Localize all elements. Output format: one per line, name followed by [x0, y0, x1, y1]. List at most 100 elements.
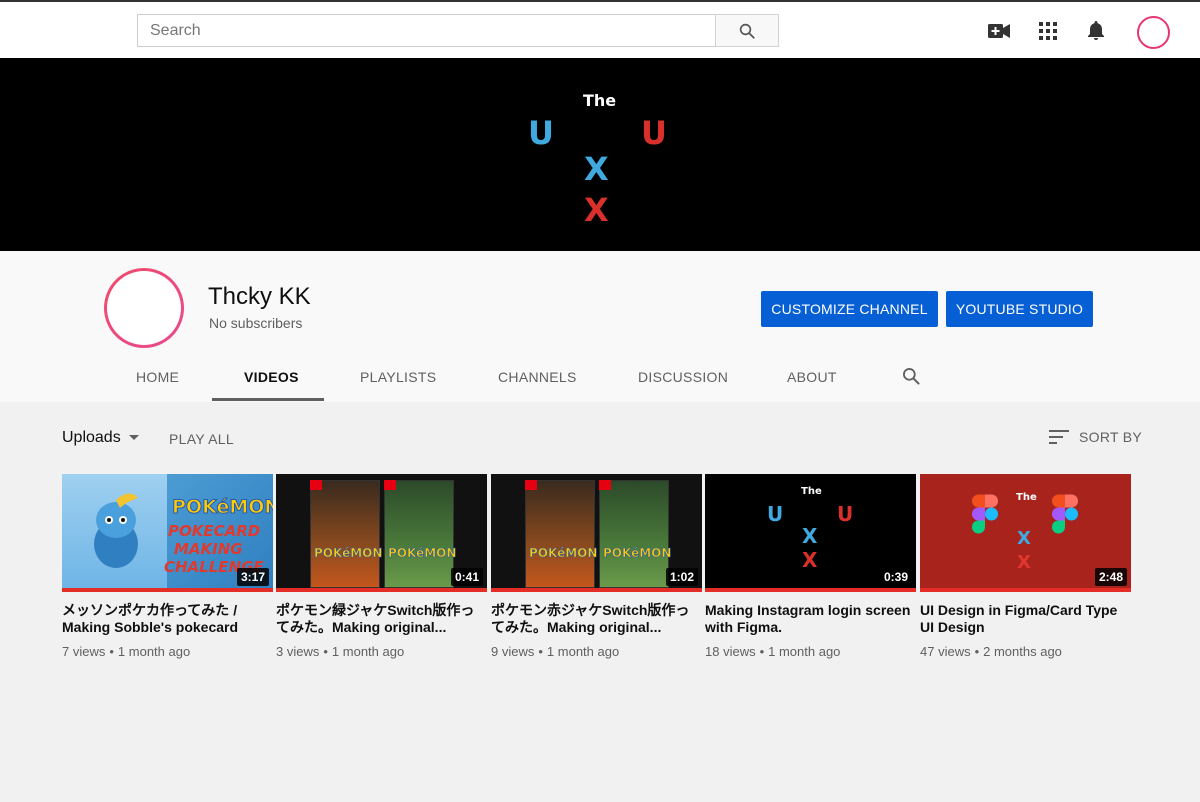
video-title[interactable]: メッソンポケカ作ってみた / Making Sobble's pokecard [62, 602, 273, 636]
uploads-dropdown[interactable]: Uploads [62, 429, 139, 447]
play-all-button[interactable]: PLAY ALL [169, 431, 234, 447]
thumb-text-the: The [801, 486, 822, 497]
video-title[interactable]: UI Design in Figma/Card Type UI Design [920, 602, 1131, 636]
banner-logo-the: The [583, 91, 617, 110]
meta-separator: • [974, 644, 980, 659]
account-avatar[interactable] [1137, 16, 1170, 49]
subscriber-count: No subscribers [209, 315, 303, 331]
video-meta: 9 views • 1 month ago [491, 644, 702, 659]
tab-discussion[interactable]: DISCUSSION [638, 369, 728, 385]
apps-grid-icon [1039, 22, 1057, 40]
figma-logo-right [1052, 494, 1078, 534]
sobble-character-image [94, 493, 138, 568]
tab-videos[interactable]: VIDEOS [244, 369, 299, 385]
notifications-bell-icon [1088, 21, 1104, 40]
video-meta: 3 views • 1 month ago [276, 644, 487, 659]
video-card[interactable]: The X X 2:48 UI Design in Figma/Card Typ… [920, 474, 1131, 659]
watch-progress-bar [920, 588, 1131, 592]
youtube-studio-button[interactable]: YOUTUBE STUDIO [946, 291, 1093, 327]
thumb-text-line3: MAKING [174, 540, 243, 558]
sort-by-button[interactable]: SORT BY [1049, 429, 1142, 445]
video-duration: 0:41 [450, 568, 483, 586]
thumb-text-pokemon: POKéMON [171, 496, 273, 519]
tab-playlists[interactable]: PLAYLISTS [360, 369, 436, 385]
channel-name: Thcky KK [208, 283, 311, 310]
thumb-text-x-middle: X [1017, 528, 1031, 549]
video-duration: 3:17 [236, 568, 269, 586]
thumb-text-x-bottom: X [1017, 552, 1031, 573]
sort-by-label: SORT BY [1079, 429, 1143, 445]
channel-banner: The U U X X [0, 58, 1200, 251]
banner-logo-x-middle: X [584, 150, 609, 188]
meta-separator: • [759, 644, 765, 659]
search-icon [903, 368, 920, 385]
uploads-label: Uploads [62, 429, 121, 446]
upload-age: 2 months ago [983, 644, 1062, 659]
view-count: 7 views [62, 644, 106, 659]
video-card[interactable]: POKéMON POKéMON 1:02 ポケモン赤ジャケSwitch版作ってみ… [491, 474, 702, 659]
thumb-text-line2: POKECARD [168, 522, 261, 540]
upload-age: 1 month ago [331, 644, 405, 659]
upload-age: 1 month ago [768, 644, 841, 659]
active-tab-indicator [212, 398, 324, 401]
banner-logo-u-left: U [528, 114, 554, 152]
video-meta: 7 views • 1 month ago [62, 644, 273, 659]
video-thumbnail[interactable]: POKéMON POKéMON 0:41 [276, 474, 487, 592]
upload-age: 1 month ago [546, 644, 620, 659]
customize-channel-button[interactable]: CUSTOMIZE CHANNEL [761, 291, 938, 327]
thumb-text-pokemon-red: POKéMON [314, 546, 383, 561]
watch-progress-bar [491, 588, 702, 592]
channel-search-button[interactable] [901, 366, 921, 391]
thumb-text-the: The [1016, 492, 1037, 503]
top-bar [0, 0, 1200, 58]
view-count: 3 views [276, 644, 320, 659]
caret-down-icon [128, 435, 139, 440]
banner-logo-x-bottom: X [584, 191, 609, 229]
tab-about[interactable]: ABOUT [787, 369, 837, 385]
video-thumbnail[interactable]: The U U X X 0:39 [705, 474, 916, 592]
channel-avatar[interactable] [104, 268, 184, 348]
watch-progress-bar [705, 588, 916, 592]
video-card[interactable]: POKéMON POKéMON 0:41 ポケモン緑ジャケSwitch版作ってみ… [276, 474, 487, 659]
video-title[interactable]: ポケモン赤ジャケSwitch版作ってみた。Making original... [491, 602, 702, 636]
view-count: 47 views [920, 644, 971, 659]
video-title[interactable]: ポケモン緑ジャケSwitch版作ってみた。Making original... [276, 602, 487, 636]
watch-progress-bar [276, 588, 487, 592]
watch-progress-bar [62, 588, 273, 592]
upload-age: 1 month ago [117, 644, 191, 659]
search-button[interactable] [715, 14, 779, 47]
video-duration: 2:48 [1094, 568, 1127, 586]
video-thumbnail[interactable]: POKéMON POKéMON 1:02 [491, 474, 702, 592]
search-icon [739, 23, 755, 39]
search-box [137, 14, 779, 47]
notifications-button[interactable] [1084, 19, 1108, 43]
meta-separator: • [109, 644, 114, 659]
create-video-icon [988, 24, 1010, 38]
view-count: 18 views [705, 644, 756, 659]
video-duration: 0:39 [879, 568, 912, 586]
create-video-button[interactable] [987, 19, 1011, 43]
tab-home[interactable]: HOME [136, 369, 179, 385]
meta-separator: • [538, 644, 543, 659]
search-input[interactable] [137, 14, 715, 47]
video-title[interactable]: Making Instagram login screen with Figma… [705, 602, 916, 636]
video-meta: 47 views • 2 months ago [920, 644, 1131, 659]
video-thumbnail[interactable]: POKéMON POKECARD MAKING CHALLENGE 3:17 [62, 474, 273, 592]
thumb-text-x-bottom: X [802, 548, 818, 572]
view-count: 9 views [491, 644, 535, 659]
video-card[interactable]: The U U X X 0:39 Making Instagram login … [705, 474, 916, 659]
thumb-text-u-left: U [767, 502, 784, 526]
video-meta: 18 views • 1 month ago [705, 644, 916, 659]
figma-logo-left [972, 494, 998, 534]
video-duration: 1:02 [665, 568, 698, 586]
tab-channels[interactable]: CHANNELS [498, 369, 577, 385]
thumb-text-pokemon-green: POKéMON [388, 546, 457, 561]
thumb-text-x-middle: X [802, 524, 818, 548]
meta-separator: • [323, 644, 328, 659]
video-card[interactable]: POKéMON POKECARD MAKING CHALLENGE 3:17 メ… [62, 474, 273, 659]
banner-logo-u-right: U [641, 114, 667, 152]
channel-header: Thcky KK No subscribers CUSTOMIZE CHANNE… [0, 251, 1200, 402]
thumb-text-u-right: U [837, 502, 854, 526]
video-thumbnail[interactable]: The X X 2:48 [920, 474, 1131, 592]
apps-button[interactable] [1036, 19, 1060, 43]
